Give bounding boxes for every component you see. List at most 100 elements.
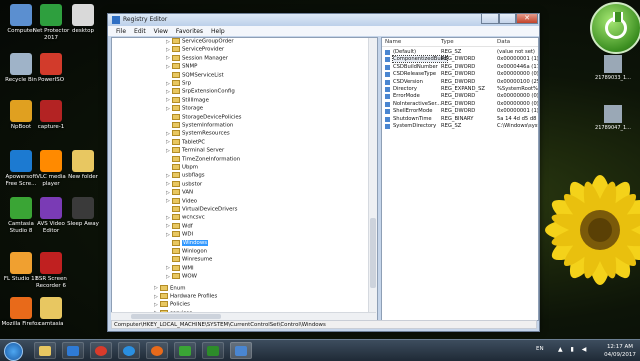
tree-item[interactable]: ▷ WOW — [166, 273, 197, 281]
tree-item[interactable]: ▷ Policies — [154, 301, 190, 309]
tree-item[interactable]: ▷ Terminal Server — [166, 147, 224, 155]
tree-item[interactable]: ▷ Video — [166, 197, 197, 206]
tree-item[interactable]: SystemInformation — [166, 122, 233, 130]
maximize-button[interactable] — [499, 14, 516, 24]
language-indicator[interactable]: EN — [536, 346, 544, 352]
tree-item[interactable]: ▷ SrpExtensionConfig — [166, 88, 235, 96]
tree-item[interactable]: StorageDevicePolicies — [166, 113, 241, 122]
tree-item[interactable]: ▷ Enum — [154, 284, 186, 293]
tree-item[interactable]: ▷ Srp — [166, 80, 191, 88]
folder-icon — [172, 122, 180, 128]
taskbar-ie[interactable] — [118, 342, 140, 359]
menu-help[interactable]: Help — [207, 26, 229, 36]
start-button[interactable] — [4, 342, 23, 361]
taskbar-explorer[interactable] — [34, 342, 56, 359]
column-name[interactable]: Name — [382, 38, 438, 47]
tree-item[interactable]: ▷ Storage — [166, 105, 203, 113]
values-list[interactable]: Name Type Data (Default) REG_SZ (value not… — [381, 37, 539, 321]
folder-icon — [172, 256, 180, 263]
value-row[interactable]: CSDVersion REG_DWORD 0x00000100 (256) — [382, 79, 538, 86]
desktop-icon-label: PowerISO — [37, 77, 65, 83]
tree-item[interactable]: ▷ usbstor — [166, 180, 202, 189]
tree-item[interactable]: ▷ SNMP — [166, 63, 197, 71]
tree-item-label: TabletPC — [182, 139, 206, 146]
tree-item[interactable]: Ubpm — [166, 164, 198, 172]
menu-favorites[interactable]: Favorites — [172, 26, 207, 36]
value-row[interactable]: ShellErrorMode REG_DWORD 0x00000001 (1) — [382, 108, 538, 115]
tree-item[interactable]: ▷ WDI — [166, 231, 193, 239]
tree-item[interactable]: ▷ Hardware Profiles — [154, 293, 217, 301]
value-row[interactable]: ShutdownTime REG_BINARY 5a 14 4d d5 d8 24 … — [382, 116, 538, 123]
desktop-icon-image-2[interactable]: 21789047_1... — [593, 105, 633, 131]
tree-item[interactable]: ▷ usbflags — [166, 172, 205, 180]
taskbar-regedit[interactable] — [230, 342, 252, 359]
menu-file[interactable]: File — [112, 26, 130, 36]
tree-item[interactable]: ▷ StillImage — [166, 96, 209, 105]
value-row[interactable]: Directory REG_EXPAND_SZ %SystemRoot% — [382, 86, 538, 93]
clock[interactable]: 12:17 AM 04/09/2017 — [602, 343, 638, 359]
app-icon — [72, 197, 94, 219]
value-row[interactable]: NoInteractiveSer... REG_DWORD 0x00000000 (… — [382, 101, 538, 108]
value-name: ErrorMode — [393, 93, 420, 100]
taskbar-firefox[interactable] — [146, 342, 168, 359]
desktop-icon-image-1[interactable]: 21789033_1... — [593, 55, 633, 81]
tree-item[interactable]: Windows — [166, 239, 209, 248]
taskbar-media[interactable] — [62, 342, 84, 359]
tree-item[interactable]: ▷ WMI — [166, 264, 194, 273]
tree-item[interactable]: ▷ ServiceGroupOrder — [166, 38, 234, 46]
value-row[interactable]: CSDReleaseType REG_DWORD 0x00000000 (0) — [382, 71, 538, 78]
value-row[interactable]: CSDBuildNumberREG_DWORD 0x0000446a (17514… — [382, 64, 538, 71]
tree-item[interactable]: Winlogon — [166, 248, 207, 256]
close-button[interactable]: ✕ — [516, 14, 538, 24]
folder-icon — [39, 346, 51, 356]
menu-edit[interactable]: Edit — [130, 26, 150, 36]
app-icon — [40, 100, 62, 122]
regedit-icon — [235, 346, 247, 356]
value-row[interactable]: ErrorMode REG_DWORD 0x00000000 (0) — [382, 93, 538, 100]
minimize-button[interactable] — [481, 14, 499, 24]
value-row[interactable]: (Default) REG_SZ (value not set) — [382, 49, 538, 56]
value-row[interactable]: ComponentizedBuild REG_DWORD 0x00000001 (1… — [382, 55, 538, 64]
tree-horizontal-scrollbar[interactable] — [111, 312, 376, 320]
value-name: ComponentizedBuild — [392, 55, 448, 64]
tree-item[interactable]: ▷ SystemResources — [166, 130, 230, 138]
desktop-icon[interactable]: desktop — [61, 4, 105, 35]
taskbar-camtasia-2[interactable] — [202, 342, 224, 359]
tree-item[interactable]: Winresume — [166, 256, 212, 264]
desktop-icon[interactable]: capture-1 — [29, 100, 73, 131]
key-tree[interactable]: ▷ ServiceGroupOrder ▷ ServiceProvider ▷ Sessi… — [111, 37, 378, 321]
registry-value-icon — [385, 116, 390, 122]
column-data[interactable]: Data — [494, 38, 538, 47]
desktop-icon[interactable]: PowerISO — [29, 53, 73, 84]
value-name: ShutdownTime — [393, 115, 432, 122]
value-row[interactable]: SystemDirectory REG_SZ C:\Windows\system32 — [382, 123, 538, 130]
tree-item[interactable]: ▷ wcncsvc — [166, 214, 205, 222]
registry-value-icon — [385, 94, 390, 100]
tree-item[interactable]: VirtualDeviceDrivers — [166, 206, 237, 214]
tree-item[interactable]: ▷ Wdf — [166, 222, 193, 231]
taskbar-camtasia[interactable] — [174, 342, 196, 359]
menu-view[interactable]: View — [150, 26, 172, 36]
tree-scrollbar[interactable] — [368, 38, 377, 320]
tree-item[interactable]: SQMServiceList — [166, 71, 224, 80]
tree-item[interactable]: ▷ Session Manager — [166, 54, 228, 63]
tree-item-label: wcncsvc — [182, 214, 205, 221]
tree-item[interactable]: ▷ TabletPC — [166, 138, 206, 147]
column-type[interactable]: Type — [438, 38, 494, 47]
tray-icons[interactable]: ▲ ▮ ◀ — [558, 346, 589, 353]
tree-item[interactable]: ▷ VAN — [166, 189, 193, 197]
desktop-icon[interactable]: camtasia — [29, 297, 73, 328]
title-bar[interactable]: Registry Editor ✕ — [108, 14, 539, 26]
folder-icon — [172, 197, 180, 204]
app-icon — [40, 197, 62, 219]
tree-item[interactable]: ▷ ServiceProvider — [166, 46, 224, 54]
desktop-icon[interactable]: Sleep Away — [61, 197, 105, 228]
taskbar-chrome[interactable] — [90, 342, 112, 359]
power-gadget[interactable] — [590, 2, 640, 54]
desktop-icon[interactable]: BSR Screen Recorder 6 — [29, 252, 73, 290]
app-icon — [40, 53, 62, 75]
desktop-icon[interactable]: New folder — [61, 150, 105, 181]
value-data: 0x0000446a (17514) — [497, 63, 538, 70]
tree-item[interactable]: TimeZoneInformation — [166, 155, 240, 164]
firefox-icon — [151, 346, 163, 356]
